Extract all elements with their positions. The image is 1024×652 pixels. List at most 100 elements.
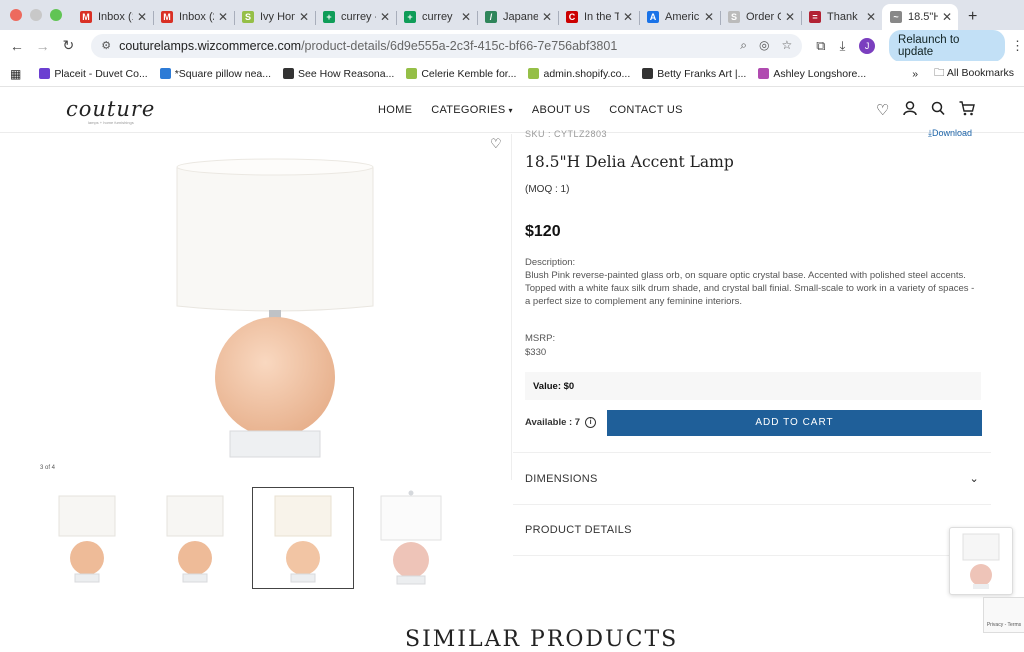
accordion-product-details[interactable]: PRODUCT DETAILS <box>513 504 991 556</box>
recaptcha-badge[interactable]: Privacy - Terms <box>983 597 1024 633</box>
chevron-down-icon: ⌄ <box>969 473 979 485</box>
browser-tab[interactable]: / Japanes ✕ <box>477 4 558 30</box>
browser-toolbar: ← → ↻ ⚙ couturelamps.wizcommerce.com/pro… <box>0 29 1024 62</box>
tabs: MInbox (1✕MInbox (2✕SIvy Hom✕+currey -✕+… <box>72 4 958 30</box>
tab-title: Inbox (1 <box>98 11 133 23</box>
browser-tab[interactable]: = Thank ✕ <box>801 4 882 30</box>
tab-close-icon[interactable]: ✕ <box>623 10 633 24</box>
tab-title: Order C <box>746 11 781 23</box>
browser-tab[interactable]: S Order C ✕ <box>720 4 801 30</box>
browser-tab[interactable]: + currey - ✕ <box>315 4 396 30</box>
back-button[interactable]: ← <box>4 38 30 54</box>
thumbnail-strip <box>36 487 462 589</box>
product-main-image[interactable] <box>30 134 510 480</box>
tab-close-icon[interactable]: ✕ <box>785 10 795 24</box>
tab-close-icon[interactable]: ✕ <box>218 10 228 24</box>
bookmark-label: admin.shopify.co... <box>543 67 631 80</box>
chevron-down-icon: ▾ <box>508 106 513 115</box>
info-icon[interactable]: i <box>585 417 597 428</box>
bookmark-item[interactable]: Betty Franks Art |... <box>642 68 746 80</box>
download-icon[interactable]: ⤓ <box>840 38 846 54</box>
bookmark-item[interactable]: Placeit - Duvet Co... <box>39 68 148 80</box>
download-label: Download <box>931 128 973 138</box>
browser-tab[interactable]: ~18.5"H ✕ <box>882 4 958 30</box>
close-window-button[interactable] <box>10 9 22 21</box>
all-bookmarks-button[interactable]: 🗀 All Bookmarks <box>934 65 1014 83</box>
bookmark-item[interactable]: admin.shopify.co... <box>528 68 630 80</box>
all-bookmarks-label: All Bookmarks <box>946 66 1014 79</box>
bookmark-item[interactable]: Celerie Kemble for... <box>406 68 516 80</box>
eye-slash-icon[interactable]: ◎ <box>759 38 769 53</box>
browser-tab[interactable]: S Ivy Hom ✕ <box>234 4 315 30</box>
tab-favicon-icon: M <box>80 11 92 23</box>
thumbnail-4[interactable] <box>360 487 462 589</box>
tab-title: In the T <box>584 11 619 23</box>
nav-contact-us[interactable]: CONTACT US <box>609 104 683 116</box>
nav-categories-label: CATEGORIES <box>431 104 506 116</box>
add-to-cart-button[interactable]: ADD TO CART <box>607 410 982 436</box>
browser-tab[interactable]: + currey ✕ <box>396 4 477 30</box>
tab-close-icon[interactable]: ✕ <box>942 10 952 24</box>
browser-tab[interactable]: M Inbox (1 ✕ <box>72 4 153 30</box>
thumbnail-1[interactable] <box>36 487 138 589</box>
minimize-window-button[interactable] <box>30 9 42 21</box>
product-title: 18.5"H Delia Accent Lamp <box>525 153 734 171</box>
more-bookmarks-button[interactable]: » <box>912 68 918 80</box>
bookmark-favicon-icon <box>39 68 51 79</box>
tab-close-icon[interactable]: ✕ <box>542 10 552 24</box>
tab-close-icon[interactable]: ✕ <box>137 10 147 24</box>
cart-icon[interactable] <box>959 101 976 120</box>
bookmark-star-icon[interactable]: ☆ <box>782 38 793 53</box>
tab-title: Japanes <box>503 11 538 23</box>
tab-close-icon[interactable]: ✕ <box>866 10 876 24</box>
url-host: couturelamps.wizcommerce.com <box>119 38 302 53</box>
bookmark-item[interactable]: *Square pillow nea... <box>159 68 271 80</box>
nav-about-us[interactable]: ABOUT US <box>532 104 590 116</box>
new-tab-button[interactable]: + <box>958 4 987 30</box>
browser-tab[interactable]: C In the T ✕ <box>558 4 639 30</box>
account-user-icon[interactable] <box>903 101 918 120</box>
add-to-wishlist-heart-icon[interactable]: ♡ <box>490 136 502 152</box>
tab-close-icon[interactable]: ✕ <box>704 10 714 24</box>
tab-favicon-icon: C <box>566 11 578 23</box>
nav-categories[interactable]: CATEGORIES ▾ <box>431 104 513 116</box>
bookmark-item[interactable]: See How Reasona... <box>283 68 394 80</box>
thumbnail-2[interactable] <box>144 487 246 589</box>
extensions-icon[interactable]: ⧉ <box>816 38 825 54</box>
zoom-icon[interactable]: ⌕ <box>740 38 747 53</box>
site-logo[interactable]: couture <box>66 97 155 121</box>
floating-product-thumbnail[interactable] <box>949 527 1013 595</box>
tab-close-icon[interactable]: ✕ <box>299 10 309 24</box>
search-icon[interactable] <box>931 101 946 120</box>
reload-button[interactable]: ↻ <box>55 37 81 54</box>
maximize-window-button[interactable] <box>50 9 62 21</box>
menu-kebab-icon[interactable]: ⋮ <box>1011 38 1024 54</box>
browser-tab[interactable]: A Americ ✕ <box>639 4 720 30</box>
site-info-icon[interactable]: ⚙ <box>101 39 111 52</box>
wishlist-heart-icon[interactable]: ♡ <box>876 101 889 120</box>
product-price: $120 <box>525 223 561 240</box>
profile-avatar[interactable]: J <box>859 37 876 54</box>
relaunch-button[interactable]: Relaunch to update <box>889 29 1005 62</box>
bookmark-favicon-icon <box>758 68 770 79</box>
browser-tab[interactable]: M Inbox (2 ✕ <box>153 4 234 30</box>
address-bar[interactable]: ⚙ couturelamps.wizcommerce.com/product-d… <box>91 33 803 58</box>
bookmark-item[interactable]: Ashley Longshore... <box>758 68 866 80</box>
bookmark-favicon-icon <box>406 68 418 79</box>
tab-close-icon[interactable]: ✕ <box>461 10 471 24</box>
accordion-dimensions[interactable]: DIMENSIONS ⌄ <box>513 452 991 504</box>
tab-favicon-icon: ~ <box>890 11 902 23</box>
tab-title: Ivy Hom <box>260 11 295 23</box>
tab-close-icon[interactable]: ✕ <box>380 10 390 24</box>
url-path: /product-details/6d9e555a-2c3f-415c-bf66… <box>301 38 618 53</box>
nav-home[interactable]: HOME <box>378 104 412 116</box>
tab-favicon-icon: A <box>647 11 659 23</box>
bookmark-label: Betty Franks Art |... <box>657 67 747 80</box>
column-divider <box>511 134 512 480</box>
availability-label: Available : 7 <box>525 417 581 428</box>
download-link[interactable]: ⤓Download <box>928 128 972 139</box>
forward-button[interactable]: → <box>30 38 56 54</box>
thumbnail-3-selected[interactable] <box>252 487 354 589</box>
tab-favicon-icon: M <box>161 11 173 23</box>
apps-grid-icon[interactable]: ▦ <box>10 67 21 81</box>
